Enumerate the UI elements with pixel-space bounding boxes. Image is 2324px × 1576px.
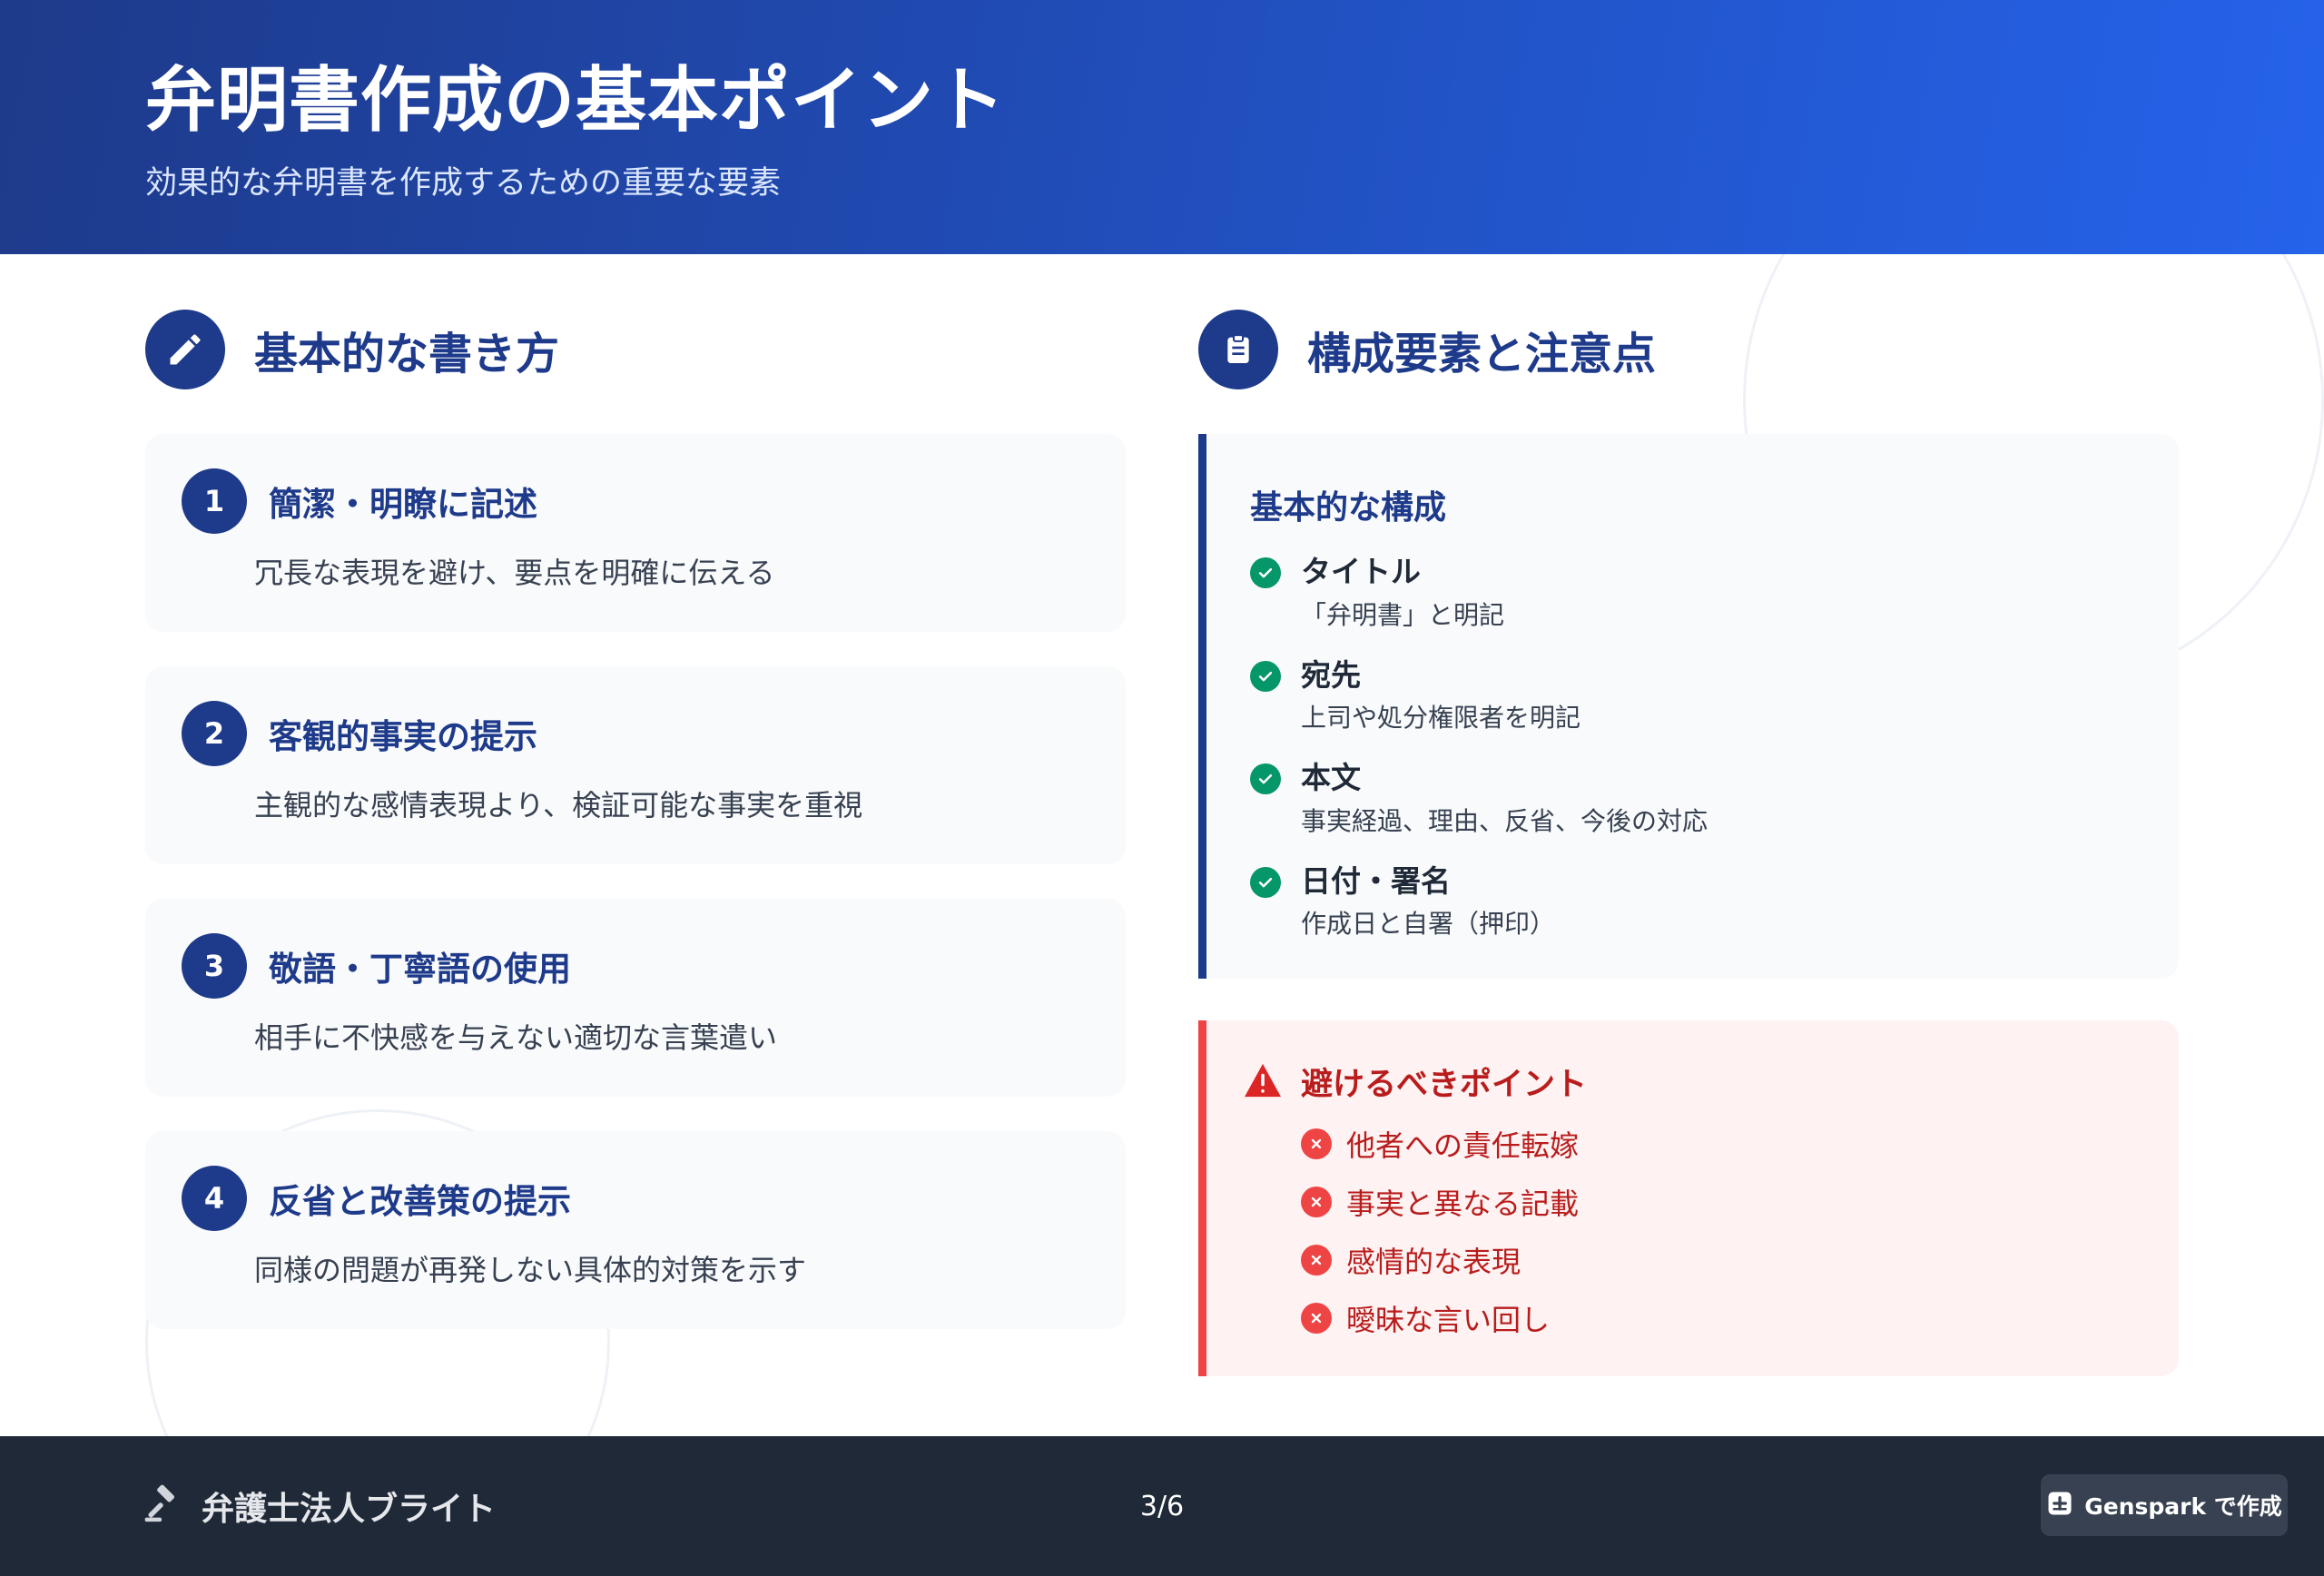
writing-point-card: 1 簡潔・明瞭に記述 冗長な表現を避け、要点を明確に伝える — [145, 434, 1126, 632]
avoid-item: 他者への責任転嫁 — [1301, 1125, 2135, 1163]
structure-item: タイトル 「弁明書」と明記 — [1250, 554, 2135, 632]
avoid-item: 曖昧な言い回し — [1301, 1299, 2135, 1337]
avoid-title: 避けるべきポイント — [1301, 1067, 1588, 1103]
structure-description: 上司や処分権限者を明記 — [1301, 703, 1581, 734]
slide-header: 弁明書作成の基本ポイント 効果的な弁明書を作成するための重要な要素 — [0, 0, 2324, 254]
x-circle-icon — [1301, 1187, 1332, 1217]
genspark-label: Genspark で作成 — [2084, 1493, 2282, 1520]
number-badge: 4 — [182, 1166, 247, 1231]
section-header: 基本的な書き方 — [145, 309, 1126, 390]
pencil-icon — [145, 310, 225, 389]
card-description: 同様の問題が再発しない具体的対策を示す — [254, 1253, 807, 1287]
avoid-points-card: 避けるべきポイント 他者への責任転嫁 事実と異なる記載 感情的な表現 曖昧な言い… — [1198, 1020, 2179, 1376]
number-badge: 3 — [182, 933, 247, 999]
warning-icon — [1243, 1062, 1283, 1102]
structure-description: 作成日と自署（押印） — [1301, 909, 1556, 940]
structure-label: 日付・署名 — [1301, 862, 1451, 899]
x-circle-icon — [1301, 1128, 1332, 1159]
x-circle-icon — [1301, 1303, 1332, 1334]
structure-description: 事実経過、理由、反省、今後の対応 — [1301, 805, 1709, 836]
avoid-item-text: 曖昧な言い回し — [1346, 1303, 1551, 1337]
writing-point-card: 3 敬語・丁寧語の使用 相手に不快感を与えない適切な言葉遣い — [145, 899, 1126, 1097]
card-title: 客観的事実の提示 — [269, 717, 537, 756]
genspark-logo-icon — [2046, 1490, 2073, 1521]
card-title: 簡潔・明瞭に記述 — [269, 485, 537, 524]
number-badge: 1 — [182, 468, 247, 534]
page-number: 3/6 — [1139, 1490, 1185, 1522]
check-circle-icon — [1250, 763, 1281, 795]
avoid-item-text: 感情的な表現 — [1346, 1245, 1521, 1279]
clipboard-icon — [1198, 310, 1278, 389]
slide-footer: 弁護士法人ブライト 3/6 Genspark で作成 — [0, 1436, 2324, 1576]
card-description: 相手に不快感を与えない適切な言葉遣い — [254, 1020, 778, 1055]
slide: 弁明書作成の基本ポイント 効果的な弁明書を作成するための重要な要素 基本的な書き… — [0, 0, 2324, 1576]
writing-point-card: 2 客観的事実の提示 主観的な感情表現より、検証可能な事実を重視 — [145, 666, 1126, 864]
check-circle-icon — [1250, 557, 1281, 588]
basic-writing-section: 基本的な書き方 1 簡潔・明瞭に記述 冗長な表現を避け、要点を明確に伝える 2 … — [145, 309, 1126, 1364]
structure-description: 「弁明書」と明記 — [1301, 599, 1505, 630]
structure-title: 基本的な構成 — [1250, 489, 1447, 527]
section-title: 基本的な書き方 — [254, 329, 560, 379]
avoid-item-text: 事実と異なる記載 — [1346, 1187, 1580, 1221]
components-section: 構成要素と注意点 基本的な構成 タイトル 「弁明書」と明記 宛先 上司や処分権限… — [1198, 309, 2179, 1376]
card-title: 反省と改善策の提示 — [269, 1182, 571, 1221]
page-subtitle: 効果的な弁明書を作成するための重要な要素 — [145, 165, 782, 202]
structure-label: タイトル — [1301, 554, 1421, 589]
card-description: 主観的な感情表現より、検証可能な事実を重視 — [254, 788, 863, 822]
basic-structure-card: 基本的な構成 タイトル 「弁明書」と明記 宛先 上司や処分権限者を明記 本文 事… — [1198, 434, 2179, 979]
avoid-item-text: 他者への責任転嫁 — [1346, 1128, 1580, 1163]
structure-label: 本文 — [1301, 760, 1361, 796]
structure-label: 宛先 — [1301, 656, 1361, 693]
number-badge: 2 — [182, 701, 247, 766]
page-title: 弁明書作成の基本ポイント — [145, 60, 1007, 142]
structure-item: 宛先 上司や処分権限者を明記 — [1250, 657, 2135, 735]
brand-name: 弁護士法人ブライト — [202, 1491, 497, 1528]
gavel-icon — [142, 1484, 182, 1528]
writing-point-card: 4 反省と改善策の提示 同様の問題が再発しない具体的対策を示す — [145, 1131, 1126, 1329]
structure-item: 日付・署名 作成日と自署（押印） — [1250, 863, 2135, 941]
card-description: 冗長な表現を避け、要点を明確に伝える — [254, 556, 775, 590]
avoid-item: 感情的な表現 — [1301, 1241, 2135, 1279]
check-circle-icon — [1250, 866, 1281, 898]
section-title: 構成要素と注意点 — [1307, 329, 1657, 379]
structure-item: 本文 事実経過、理由、反省、今後の対応 — [1250, 760, 2135, 838]
x-circle-icon — [1301, 1245, 1332, 1276]
section-header: 構成要素と注意点 — [1198, 309, 2179, 390]
avoid-item: 事実と異なる記載 — [1301, 1183, 2135, 1221]
genspark-button[interactable]: Genspark で作成 — [2041, 1474, 2288, 1536]
footer-brand: 弁護士法人ブライト — [142, 1436, 496, 1576]
check-circle-icon — [1250, 660, 1281, 692]
card-title: 敬語・丁寧語の使用 — [269, 950, 571, 989]
